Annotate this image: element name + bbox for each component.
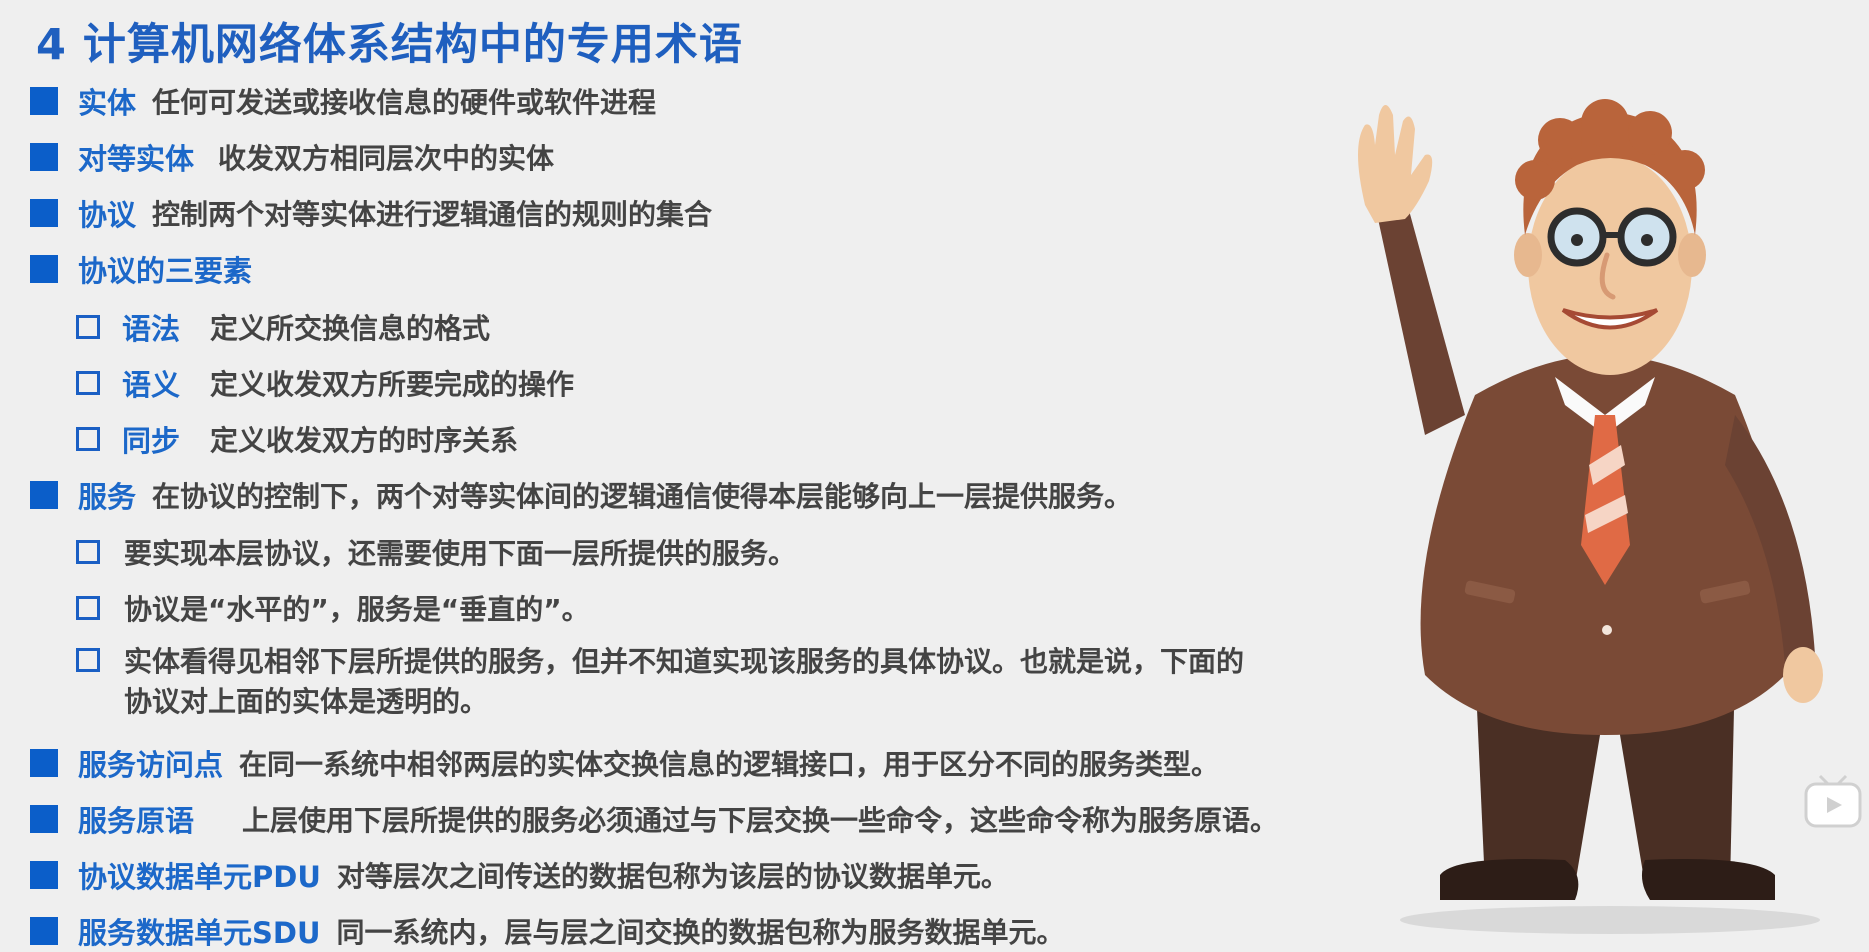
cartoon-man-waving-icon (1358, 99, 1823, 934)
square-bullet-icon (30, 481, 58, 509)
subitem-service-note-1: 要实现本层协议，还需要使用下面一层所提供的服务。 (76, 532, 796, 572)
square-bullet-icon (30, 87, 58, 115)
term-description: 定义收发双方的时序关系 (210, 424, 519, 457)
subitem-semantics: 语义 定义收发双方所要完成的操作 (76, 362, 574, 404)
bilibili-tv-icon (1804, 774, 1862, 828)
term-item-pdu: 协议数据单元PDU 对等层次之间传送的数据包称为该层的协议数据单元。 (30, 854, 1009, 896)
hollow-square-bullet-icon (76, 315, 100, 339)
note-text: 实体看得见相邻下层所提供的服务，但并不知道实现该服务的具体协议。也就是说，下面的… (124, 645, 1245, 718)
slide-title: 4 计算机网络体系结构中的专用术语 (36, 20, 743, 70)
term-description: 收发双方相同层次中的实体 (218, 142, 555, 175)
term-label: 实体 (78, 86, 137, 120)
square-bullet-icon (30, 749, 58, 777)
term-description: 定义所交换信息的格式 (210, 312, 491, 345)
term-label: 语义 (122, 368, 181, 402)
term-label: 服务访问点 (78, 748, 224, 782)
term-item-peer-entity: 对等实体 收发双方相同层次中的实体 (30, 136, 554, 178)
term-label: 同步 (122, 424, 181, 458)
hollow-square-bullet-icon (76, 427, 100, 451)
subitem-syntax: 语法 定义所交换信息的格式 (76, 306, 490, 348)
term-description: 控制两个对等实体进行逻辑通信的规则的集合 (152, 198, 713, 231)
note-text: 要实现本层协议，还需要使用下面一层所提供的服务。 (124, 537, 797, 570)
hollow-square-bullet-icon (76, 371, 100, 395)
term-item-protocol-elements: 协议的三要素 (30, 248, 252, 290)
term-label: 服务 (78, 480, 137, 514)
hollow-square-bullet-icon (76, 540, 100, 564)
term-label: 协议数据单元PDU (78, 860, 321, 894)
term-item-entity: 实体 任何可发送或接收信息的硬件或软件进程 (30, 80, 656, 122)
subitem-synchronization: 同步 定义收发双方的时序关系 (76, 418, 518, 460)
term-label: 协议的三要素 (78, 254, 253, 288)
term-label: 服务原语 (78, 804, 195, 838)
term-description: 在协议的控制下，两个对等实体间的逻辑通信使得本层能够向上一层提供服务。 (152, 480, 1133, 513)
term-item-protocol: 协议 控制两个对等实体进行逻辑通信的规则的集合 (30, 192, 712, 234)
square-bullet-icon (30, 917, 58, 945)
term-description: 定义收发双方所要完成的操作 (210, 368, 575, 401)
term-item-sdu: 服务数据单元SDU 同一系统内，层与层之间交换的数据包称为服务数据单元。 (30, 910, 1065, 952)
subitem-service-note-2: 协议是“水平的”，服务是“垂直的”。 (76, 588, 590, 628)
hollow-square-bullet-icon (76, 596, 100, 620)
term-description: 在同一系统中相邻两层的实体交换信息的逻辑接口，用于区分不同的服务类型。 (239, 748, 1220, 781)
term-label: 语法 (122, 312, 181, 346)
term-description: 同一系统内，层与层之间交换的数据包称为服务数据单元。 (336, 916, 1065, 949)
term-item-service: 服务 在协议的控制下，两个对等实体间的逻辑通信使得本层能够向上一层提供服务。 (30, 474, 1132, 516)
term-item-sap: 服务访问点 在同一系统中相邻两层的实体交换信息的逻辑接口，用于区分不同的服务类型… (30, 742, 1219, 784)
square-bullet-icon (30, 861, 58, 889)
square-bullet-icon (30, 199, 58, 227)
square-bullet-icon (30, 255, 58, 283)
square-bullet-icon (30, 143, 58, 171)
term-label: 服务数据单元SDU (78, 916, 321, 950)
term-item-service-primitive: 服务原语 上层使用下层所提供的服务必须通过与下层交换一些命令，这些命令称为服务原… (30, 798, 1278, 840)
square-bullet-icon (30, 805, 58, 833)
note-text: 协议是“水平的”，服务是“垂直的”。 (124, 593, 590, 626)
term-label: 对等实体 (78, 142, 195, 176)
term-label: 协议 (78, 198, 137, 232)
hollow-square-bullet-icon (76, 648, 100, 672)
term-description: 任何可发送或接收信息的硬件或软件进程 (152, 86, 657, 119)
term-description: 对等层次之间传送的数据包称为该层的协议数据单元。 (336, 860, 1009, 893)
subitem-service-note-3: 实体看得见相邻下层所提供的服务，但并不知道实现该服务的具体协议。也就是说，下面的… (76, 642, 1254, 722)
term-description: 上层使用下层所提供的服务必须通过与下层交换一些命令，这些命令称为服务原语。 (242, 804, 1279, 837)
